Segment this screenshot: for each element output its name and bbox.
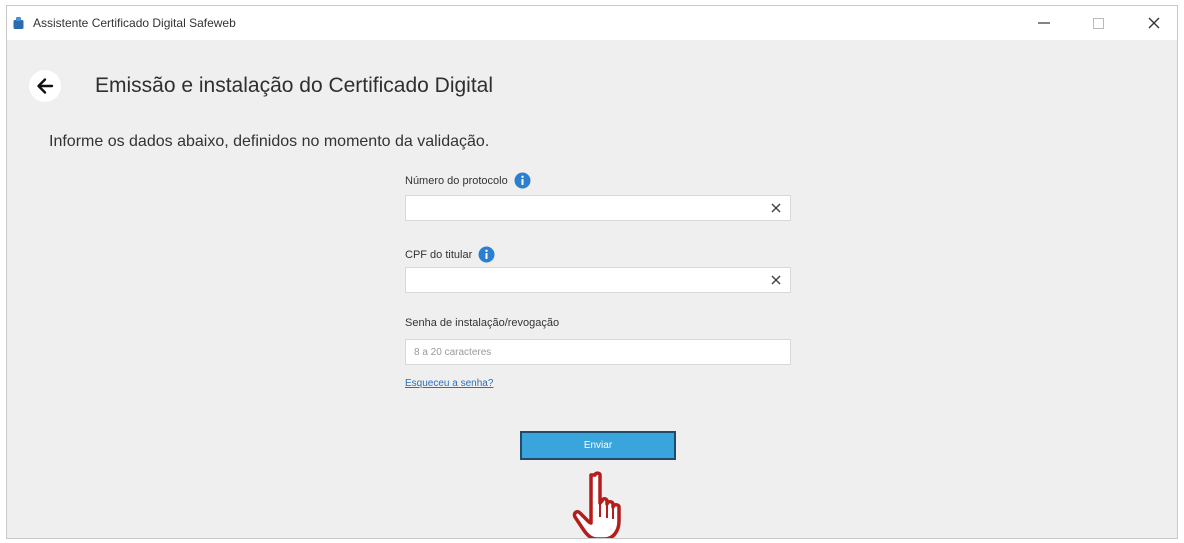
info-icon[interactable] — [514, 172, 531, 189]
password-label-row: Senha de instalação/revogação — [405, 317, 559, 329]
close-button[interactable] — [1131, 6, 1177, 40]
back-button[interactable] — [29, 70, 61, 102]
title-bar[interactable]: Assistente Certificado Digital Safeweb — [7, 6, 1177, 40]
protocol-input[interactable] — [406, 196, 762, 220]
cpf-field[interactable] — [405, 267, 791, 293]
protocol-field[interactable] — [405, 195, 791, 221]
cpf-label-row: CPF do titular — [405, 246, 495, 263]
clear-icon[interactable] — [769, 273, 783, 287]
minimize-icon — [1038, 22, 1050, 24]
cpf-input[interactable] — [406, 268, 762, 292]
forgot-password-link[interactable]: Esqueceu a senha? — [405, 378, 493, 389]
window-title: Assistente Certificado Digital Safeweb — [33, 16, 236, 30]
submit-button[interactable]: Enviar — [520, 431, 676, 460]
clear-icon[interactable] — [769, 201, 783, 215]
hand-pointer-icon — [572, 471, 621, 538]
instruction-text: Informe os dados abaixo, definidos no mo… — [49, 133, 490, 150]
back-arrow-icon — [37, 78, 54, 94]
protocol-label-row: Número do protocolo — [405, 172, 531, 189]
cpf-label: CPF do titular — [405, 248, 473, 261]
password-input[interactable] — [406, 340, 762, 364]
maximize-button[interactable] — [1075, 6, 1121, 40]
maximize-icon — [1092, 17, 1104, 29]
password-field[interactable] — [405, 339, 791, 365]
protocol-label: Número do protocolo — [405, 174, 508, 187]
minimize-button[interactable] — [1021, 6, 1067, 40]
info-icon[interactable] — [478, 246, 495, 263]
close-icon — [1148, 17, 1160, 29]
page-title: Emissão e instalação do Certificado Digi… — [95, 74, 494, 97]
app-window: Assistente Certificado Digital Safeweb E… — [6, 5, 1178, 539]
app-icon — [13, 17, 24, 29]
password-label: Senha de instalação/revogação — [405, 317, 560, 329]
